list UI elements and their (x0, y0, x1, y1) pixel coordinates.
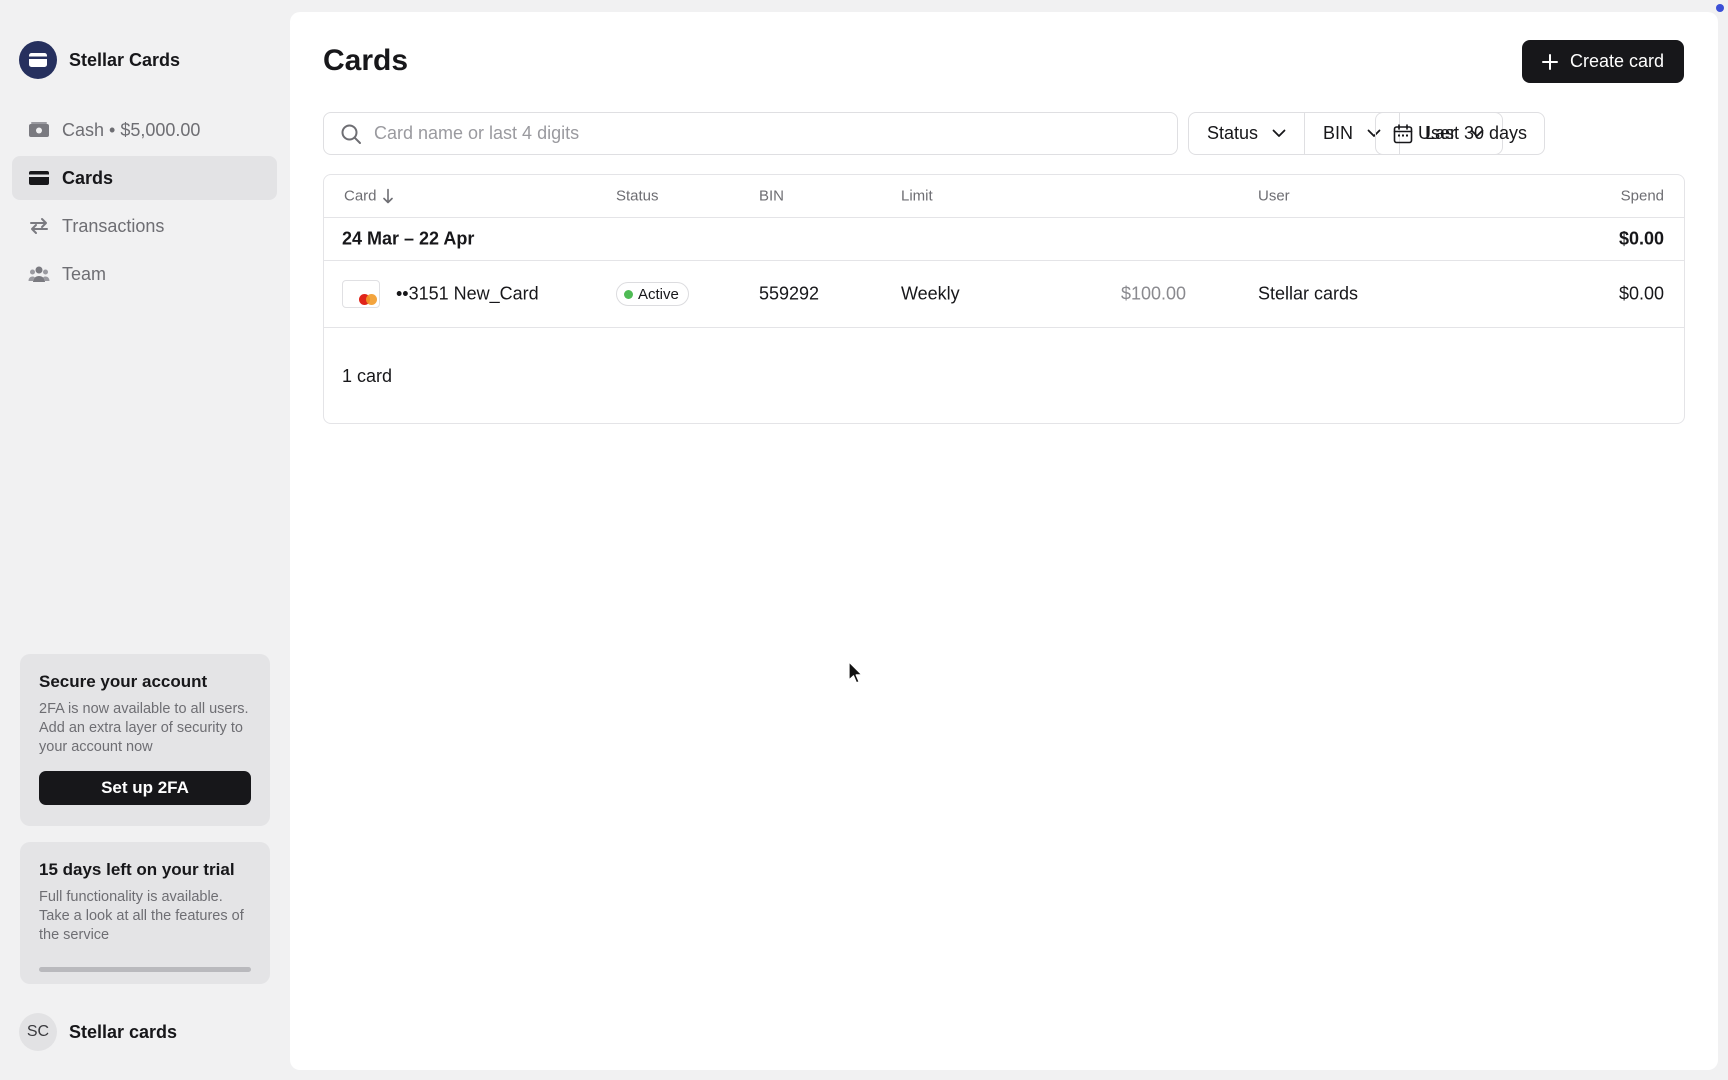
trial-title: 15 days left on your trial (39, 860, 235, 879)
column-spend[interactable]: Spend (1621, 188, 1664, 205)
table-row[interactable]: ••3151 New_Card Active 559292 Weekly $10… (324, 261, 1684, 328)
column-bin[interactable]: BIN (759, 188, 784, 205)
column-limit[interactable]: Limit (901, 188, 933, 205)
mouse-cursor-icon (848, 661, 863, 684)
limit-amount: $100.00 (1121, 283, 1187, 304)
transactions-icon (30, 218, 48, 234)
date-range-label: Last 30 days (1424, 123, 1528, 143)
group-total: $0.00 (1618, 228, 1664, 249)
secure-account-panel: Secure your account 2FA is now available… (20, 654, 270, 826)
card-spend: $0.00 (1618, 283, 1664, 304)
column-status[interactable]: Status (616, 188, 659, 205)
calendar-icon (1393, 123, 1413, 143)
user-profile[interactable]: SC Stellar cards (19, 1013, 177, 1051)
card-count: 1 card (342, 366, 393, 386)
sidebar-item-label: Cash • $5,000.00 (62, 119, 201, 140)
setup-2fa-button[interactable]: Set up 2FA (39, 771, 251, 805)
create-card-button[interactable]: Create card (1522, 40, 1684, 83)
status-badge: Active (616, 282, 689, 306)
avatar: SC (19, 1013, 57, 1051)
sidebar-nav: Cash • $5,000.00 Cards Transactions Team (12, 108, 277, 300)
filter-status[interactable]: Status (1189, 113, 1306, 154)
user-name: Stellar cards (69, 1021, 178, 1042)
status-label: Active (638, 285, 679, 303)
cards-table: Card Status BIN Limit User Spend 24 Mar … (323, 174, 1685, 424)
cash-icon (29, 122, 49, 137)
page-title: Cards (323, 44, 409, 77)
main-content: Cards Create card Status BIN User Last 3… (290, 12, 1718, 1070)
group-date-range: 24 Mar – 22 Apr (342, 228, 475, 249)
sidebar-item-transactions[interactable]: Transactions (12, 204, 277, 248)
plus-icon (1541, 53, 1558, 70)
mastercard-icon (342, 280, 380, 308)
sidebar-item-label: Transactions (62, 215, 165, 236)
card-user: Stellar cards (1258, 283, 1359, 304)
search-input[interactable] (374, 123, 1154, 144)
status-dot-icon (624, 289, 633, 299)
table-header: Card Status BIN Limit User Spend (324, 175, 1684, 218)
secure-account-text: 2FA is now available to all users. Add a… (39, 701, 249, 755)
card-icon (29, 171, 49, 185)
trial-progress-fill (39, 967, 251, 972)
card-bin: 559292 (759, 283, 820, 304)
sidebar-item-cash[interactable]: Cash • $5,000.00 (12, 108, 277, 152)
date-range-button[interactable]: Last 30 days (1375, 112, 1545, 155)
sidebar-item-cards[interactable]: Cards (12, 156, 277, 200)
search-box[interactable] (323, 112, 1178, 155)
secure-account-title: Secure your account (39, 672, 208, 691)
create-card-label: Create card (1569, 51, 1665, 71)
filter-label: BIN (1323, 123, 1354, 143)
card-name[interactable]: ••3151 New_Card (396, 284, 539, 305)
brand-logo-icon (19, 41, 57, 79)
sidebar-item-label: Team (62, 263, 107, 284)
column-card[interactable]: Card (344, 188, 393, 205)
column-card-label: Card (344, 187, 377, 205)
brand[interactable]: Stellar Cards (19, 41, 180, 79)
chevron-down-icon (1272, 129, 1286, 137)
window-indicator-dot (1716, 4, 1724, 12)
trial-text: Full functionality is available. Take a … (39, 889, 244, 943)
sidebar-item-label: Cards (62, 167, 114, 188)
table-group-row: 24 Mar – 22 Apr $0.00 (324, 218, 1684, 261)
column-user[interactable]: User (1258, 188, 1290, 205)
sidebar: Stellar Cards Cash • $5,000.00 Cards Tra… (0, 0, 290, 1080)
brand-name: Stellar Cards (69, 49, 181, 70)
sidebar-item-team[interactable]: Team (12, 252, 277, 296)
team-icon (28, 266, 50, 282)
filter-label: Status (1207, 123, 1259, 143)
limit-period: Weekly (901, 283, 960, 304)
trial-panel: 15 days left on your trial Full function… (20, 842, 270, 984)
table-footer: 1 card (324, 328, 1684, 423)
sort-arrow-down-icon (382, 188, 393, 203)
search-icon (341, 124, 361, 144)
trial-progress-bar (39, 967, 251, 972)
